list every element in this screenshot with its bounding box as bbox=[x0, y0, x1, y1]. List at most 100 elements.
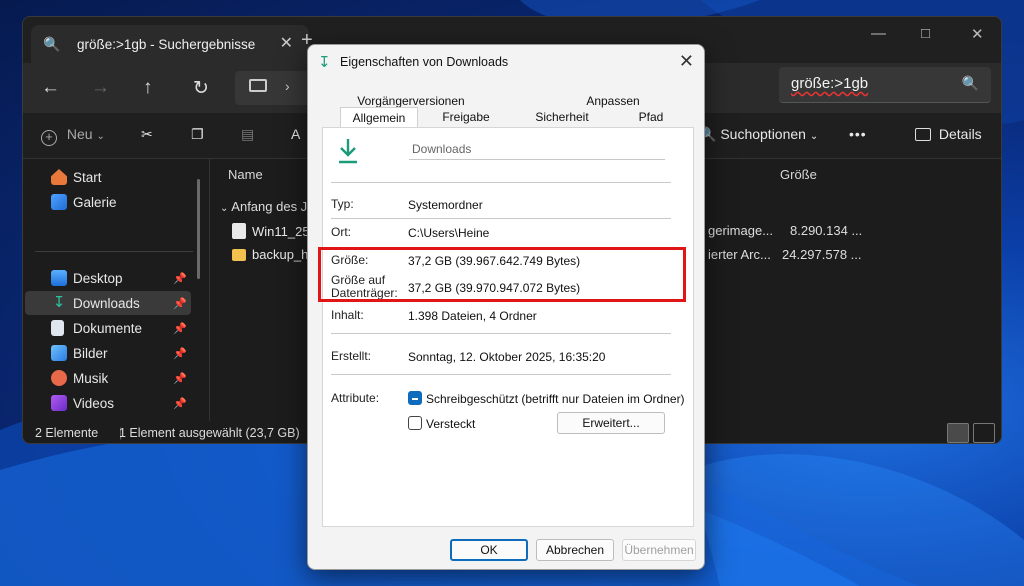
search-box[interactable]: größe:>1gb 🔍 bbox=[779, 67, 991, 103]
tab-freigabe[interactable]: Freigabe bbox=[426, 110, 506, 124]
pin-icon[interactable]: 📌 bbox=[173, 272, 187, 285]
forward-arrow-icon[interactable]: → bbox=[91, 77, 110, 99]
music-icon bbox=[51, 370, 67, 386]
copy-icon[interactable]: ❐ bbox=[191, 126, 204, 143]
sidebar-item-musik[interactable]: Musik 📌 bbox=[25, 366, 191, 390]
chevron-down-icon: ⌄ bbox=[96, 131, 105, 142]
group-header[interactable]: ⌄ Anfang des Ja bbox=[220, 199, 314, 214]
search-options-button[interactable]: 🔍 Suchoptionen ⌄ bbox=[699, 126, 818, 143]
chevron-right-icon[interactable]: › bbox=[285, 78, 290, 94]
divider bbox=[331, 374, 671, 375]
file-size: 24.297.578 ... bbox=[782, 247, 862, 262]
paste-icon[interactable]: ▤ bbox=[241, 126, 254, 143]
divider bbox=[331, 333, 671, 334]
tab-vorgaengerversionen[interactable]: Vorgängerversionen bbox=[336, 94, 486, 108]
divider bbox=[331, 218, 671, 219]
back-arrow-icon[interactable]: ← bbox=[41, 77, 60, 99]
sidebar-item-galerie[interactable]: Galerie bbox=[25, 190, 191, 214]
more-options-button[interactable]: ••• bbox=[849, 126, 867, 142]
videos-icon bbox=[51, 395, 67, 411]
contents-label: Inhalt: bbox=[331, 308, 364, 322]
cancel-button[interactable]: Abbrechen bbox=[536, 539, 614, 561]
dialog-titlebar: ↧ Eigenschaften von Downloads ✕ bbox=[308, 45, 704, 79]
details-label: Details bbox=[938, 126, 982, 142]
search-input[interactable]: größe:>1gb bbox=[791, 75, 868, 92]
sidebar-item-start[interactable]: Start bbox=[25, 165, 191, 189]
sidebar-item-label: Galerie bbox=[73, 194, 117, 210]
sidebar-item-dokumente[interactable]: Dokumente 📌 bbox=[25, 316, 191, 340]
readonly-label: Schreibgeschützt (betrifft nur Dateien i… bbox=[426, 392, 685, 406]
sidebar-item-videos[interactable]: Videos 📌 bbox=[25, 391, 191, 415]
selection-info: 1 Element ausgewählt (23,7 GB) bbox=[119, 426, 300, 440]
download-icon: ↧ bbox=[318, 54, 331, 71]
contents-value: 1.398 Dateien, 4 Ordner bbox=[408, 309, 537, 323]
cut-icon[interactable]: ✂ bbox=[141, 126, 153, 143]
general-tab-panel: Downloads Typ: Systemordner Ort: C:\User… bbox=[322, 127, 694, 527]
details-view-icon[interactable] bbox=[947, 423, 969, 443]
dialog-title: Eigenschaften von Downloads bbox=[340, 55, 509, 69]
column-header-size[interactable]: Größe bbox=[780, 167, 817, 182]
close-tab-icon[interactable]: ✕ bbox=[280, 33, 293, 53]
chevron-down-icon: ⌄ bbox=[220, 203, 229, 214]
new-button[interactable]: + Neu ⌄ bbox=[41, 126, 105, 146]
pin-icon[interactable]: 📌 bbox=[173, 347, 187, 360]
column-header-name[interactable]: Name bbox=[228, 167, 263, 182]
type-label: Typ: bbox=[331, 197, 354, 211]
advanced-button[interactable]: Erweitert... bbox=[557, 412, 665, 434]
home-icon bbox=[51, 169, 67, 185]
readonly-checkbox[interactable] bbox=[408, 391, 422, 405]
details-button[interactable]: Details bbox=[915, 126, 982, 142]
refresh-icon[interactable]: ↻ bbox=[193, 77, 209, 100]
tab-pfad[interactable]: Pfad bbox=[618, 110, 684, 124]
tab-anpassen[interactable]: Anpassen bbox=[548, 94, 678, 108]
folder-name-field[interactable]: Downloads bbox=[409, 138, 665, 160]
location-value: C:\Users\Heine bbox=[408, 226, 490, 240]
chevron-down-icon: ⌄ bbox=[809, 131, 819, 142]
disc-image-file-icon bbox=[232, 223, 246, 239]
close-window-icon[interactable]: ✕ bbox=[971, 25, 984, 43]
file-row[interactable]: backup_he bbox=[232, 247, 316, 262]
minimize-icon[interactable]: — bbox=[871, 25, 886, 42]
close-icon[interactable]: ✕ bbox=[679, 51, 694, 72]
apply-button[interactable]: Übernehmen bbox=[622, 539, 696, 561]
sidebar-item-label: Dokumente bbox=[73, 320, 143, 336]
sidebar-item-label: Bilder bbox=[73, 345, 108, 361]
tab-sicherheit[interactable]: Sicherheit bbox=[522, 110, 602, 124]
sidebar-item-label: Downloads bbox=[73, 295, 140, 311]
file-row[interactable]: Win11_25H bbox=[232, 223, 319, 239]
search-options-label: Suchoptionen bbox=[720, 126, 806, 142]
pin-icon[interactable]: 📌 bbox=[173, 372, 187, 385]
rename-icon[interactable]: A bbox=[291, 126, 300, 142]
sidebar-item-bilder[interactable]: Bilder 📌 bbox=[25, 341, 191, 365]
tab-search-results[interactable]: 🔍 größe:>1gb - Suchergebnisse ✕ bbox=[31, 25, 309, 63]
ok-button[interactable]: OK bbox=[450, 539, 528, 561]
download-icon: ↧ bbox=[52, 294, 66, 311]
pin-icon[interactable]: 📌 bbox=[173, 297, 187, 310]
sidebar-item-label: Videos bbox=[73, 395, 115, 411]
details-pane-icon bbox=[915, 128, 931, 141]
navigation-pane: Start Galerie Desktop 📌 ↧ Downloads 📌 Do… bbox=[23, 159, 207, 421]
tab-title: größe:>1gb - Suchergebnisse bbox=[77, 36, 256, 52]
location-label: Ort: bbox=[331, 225, 351, 239]
maximize-icon[interactable]: □ bbox=[921, 25, 930, 42]
search-icon[interactable]: 🔍 bbox=[962, 75, 979, 92]
size-highlight-box bbox=[318, 247, 686, 302]
this-pc-icon bbox=[249, 79, 267, 92]
divider bbox=[331, 182, 671, 183]
sidebar-item-label: Start bbox=[73, 169, 102, 185]
documents-icon bbox=[51, 320, 64, 336]
pin-icon[interactable]: 📌 bbox=[173, 322, 187, 335]
file-type: ierter Arc... bbox=[708, 247, 771, 262]
tab-row-lower: Allgemein Freigabe Sicherheit Pfad bbox=[308, 107, 704, 131]
download-folder-icon bbox=[339, 139, 357, 164]
attributes-label: Attribute: bbox=[331, 391, 380, 405]
hidden-checkbox[interactable] bbox=[408, 416, 422, 430]
pin-icon[interactable]: 📌 bbox=[173, 397, 187, 410]
large-icons-view-icon[interactable] bbox=[973, 423, 995, 443]
sidebar-item-desktop[interactable]: Desktop 📌 bbox=[25, 266, 191, 290]
sidebar-scrollbar[interactable] bbox=[197, 179, 200, 279]
type-value: Systemordner bbox=[408, 198, 483, 212]
file-type: gerimage... bbox=[708, 223, 774, 238]
up-arrow-icon[interactable]: ↑ bbox=[143, 77, 153, 99]
sidebar-item-downloads[interactable]: ↧ Downloads 📌 bbox=[25, 291, 191, 315]
